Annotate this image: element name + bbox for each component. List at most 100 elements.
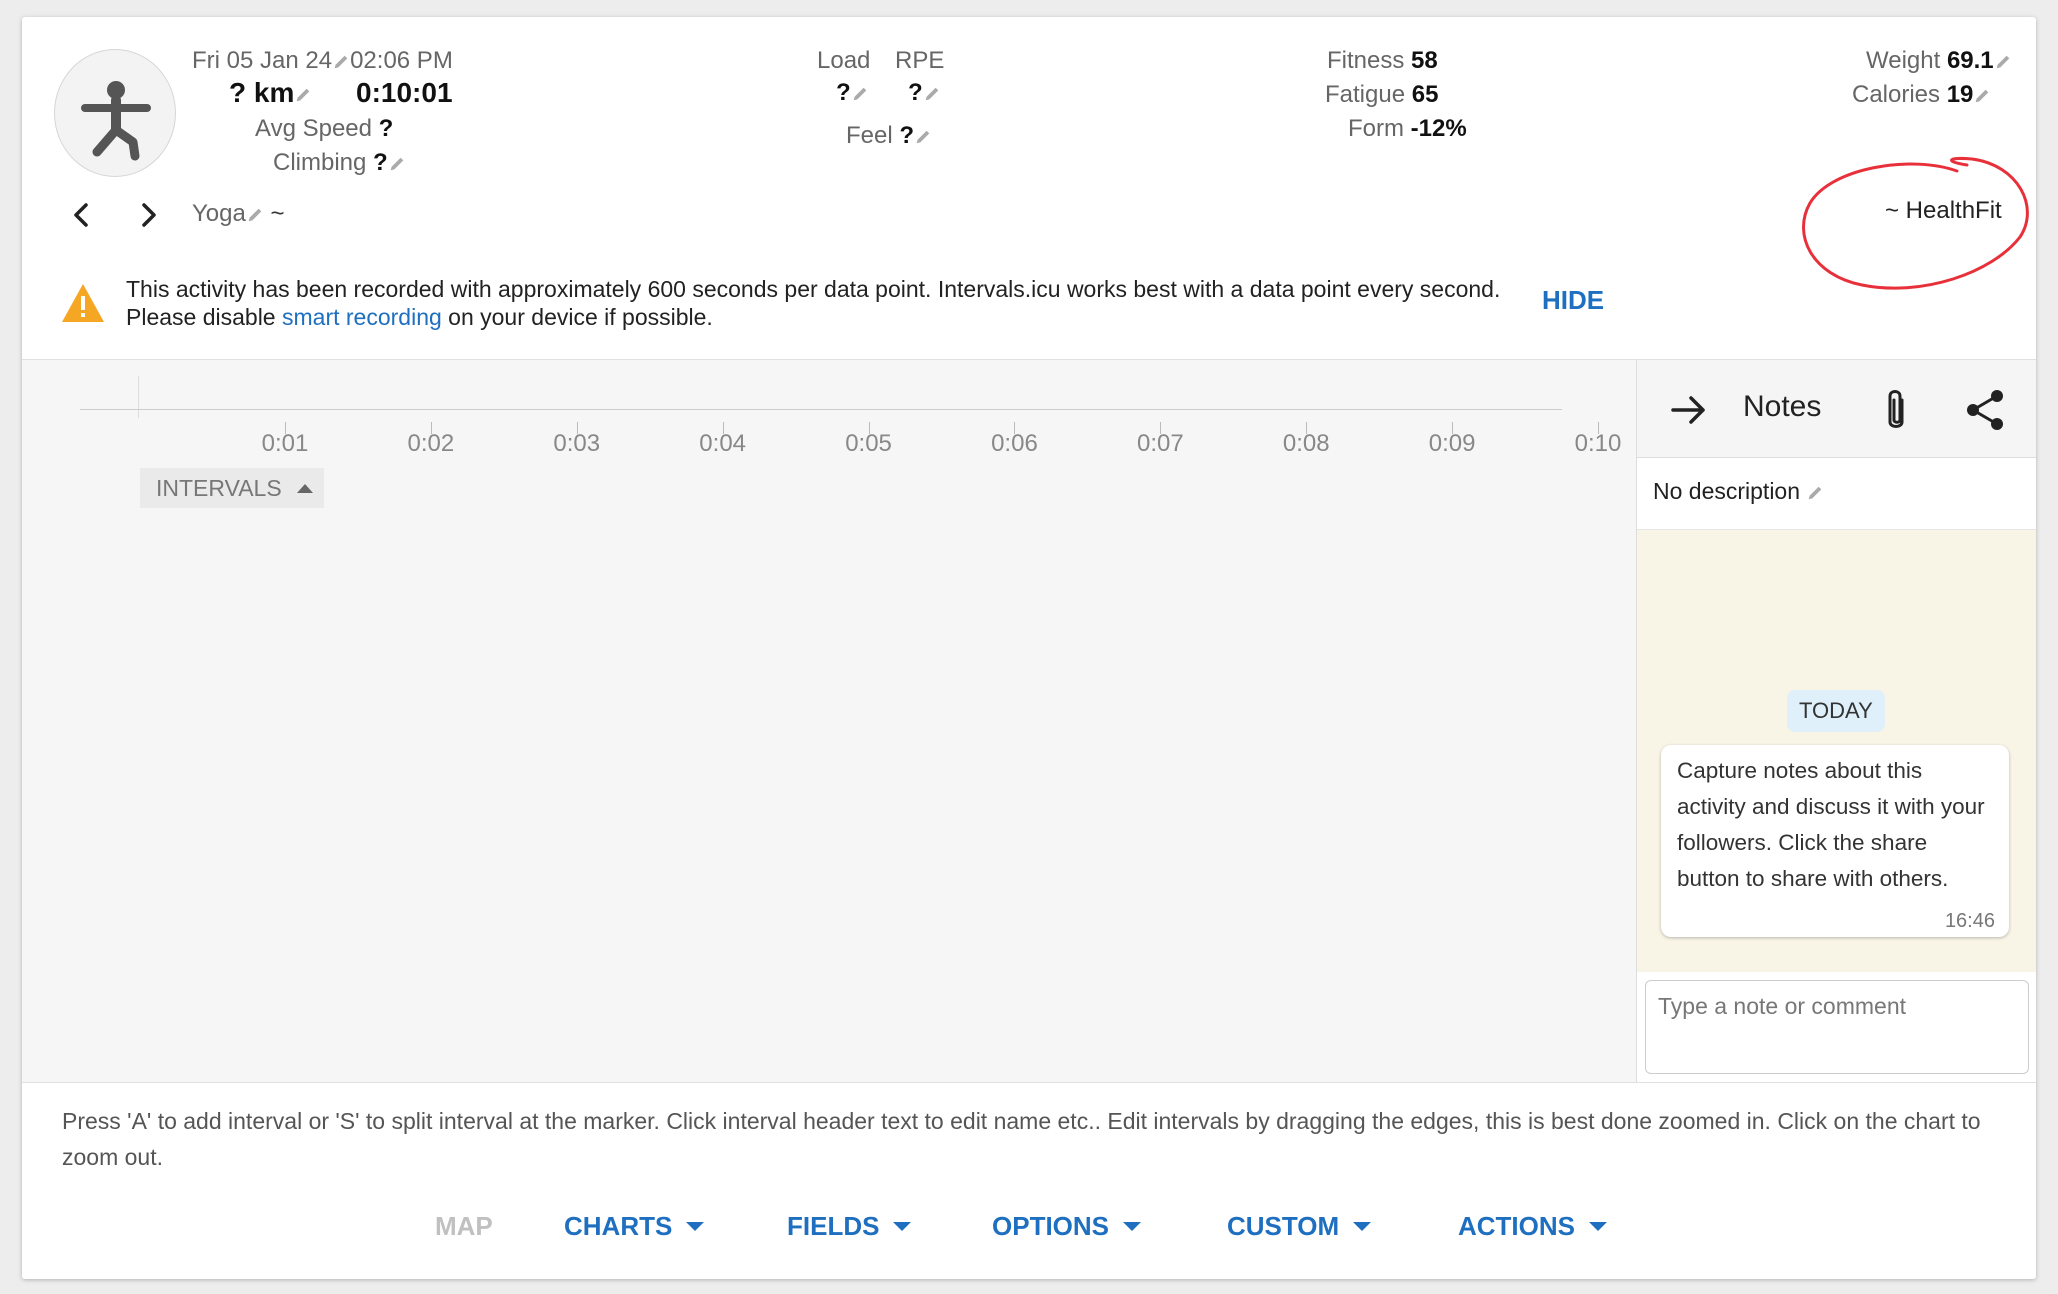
- x-tick-label: 0:09: [1428, 430, 1476, 457]
- next-activity-icon[interactable]: [130, 197, 166, 233]
- caret-down-icon: [1589, 1222, 1607, 1231]
- warning-icon: [62, 284, 104, 322]
- feel-label: Feel: [846, 122, 893, 149]
- interval-help-text: Press 'A' to add interval or 'S' to spli…: [62, 1108, 1981, 1170]
- notes-chat-area: TODAY Capture notes about this activity …: [1637, 530, 2036, 972]
- x-tick-label: 0:06: [991, 430, 1038, 457]
- feel-field[interactable]: Feel ?: [846, 122, 932, 150]
- caret-up-icon: [296, 484, 313, 493]
- form-label: Form: [1348, 115, 1404, 142]
- tab-map[interactable]: MAP: [435, 1211, 493, 1242]
- tab-options[interactable]: OPTIONS: [992, 1211, 1142, 1242]
- fitness-value: 58: [1411, 47, 1438, 74]
- x-tick-label: 0:08: [1282, 430, 1330, 457]
- today-badge: TODAY: [1787, 690, 1885, 732]
- x-tick-label: 0:07: [1136, 430, 1184, 457]
- x-tick-label: 0:05: [845, 430, 892, 457]
- activity-type-avatar: [54, 49, 176, 177]
- edit-climbing-icon[interactable]: [388, 155, 406, 173]
- activity-date-time[interactable]: Fri 05 Jan 24 02:06 PM: [192, 47, 453, 75]
- rpe-field[interactable]: ?: [908, 79, 941, 107]
- tab-charts[interactable]: CHARTS: [564, 1211, 705, 1242]
- intervals-toggle-button[interactable]: INTERVALS: [140, 468, 324, 508]
- notes-panel: Notes No description TODAY Capture notes…: [1636, 360, 2036, 1082]
- description-value: No description: [1653, 478, 1801, 504]
- caret-down-icon: [686, 1222, 705, 1231]
- tab-options-label: OPTIONS: [992, 1211, 1110, 1241]
- activity-type-field[interactable]: Yoga ~: [192, 200, 285, 228]
- edit-calories-icon[interactable]: [1973, 87, 1991, 105]
- load-field[interactable]: ?: [836, 79, 869, 107]
- fatigue-label: Fatigue: [1325, 81, 1406, 108]
- arrow-right-icon[interactable]: [1669, 390, 1709, 430]
- attachment-icon[interactable]: [1881, 386, 1911, 434]
- note-message-text: Capture notes about this activity and di…: [1677, 758, 1985, 891]
- fatigue-value: 65: [1411, 81, 1439, 108]
- warning-message: This activity has been recorded with app…: [126, 275, 1516, 331]
- climbing-label: Climbing: [273, 149, 367, 176]
- edit-weight-icon[interactable]: [1994, 53, 2012, 71]
- climbing-row[interactable]: Climbing ?: [273, 149, 406, 177]
- description-text: No description: [1653, 478, 1824, 505]
- smart-recording-link[interactable]: smart recording: [282, 304, 442, 330]
- chart-x-axis: [80, 409, 1562, 410]
- x-tick-label: 0:04: [699, 430, 747, 457]
- notes-header: Notes: [1637, 360, 2036, 458]
- weight-field[interactable]: Weight 69.1: [1866, 47, 2012, 75]
- notes-title: Notes: [1743, 390, 1822, 423]
- x-tick-label: 0:01: [261, 430, 309, 457]
- tab-custom[interactable]: CUSTOM: [1227, 1211, 1372, 1242]
- fitness-row: Fitness 58: [1327, 47, 1438, 75]
- tab-fields-label: FIELDS: [787, 1211, 880, 1241]
- avg-speed-label: Avg Speed: [255, 115, 372, 142]
- caret-down-icon: [893, 1222, 912, 1231]
- distance-value: ? km: [229, 77, 295, 108]
- climbing-value: ?: [373, 149, 388, 176]
- tab-actions-label: ACTIONS: [1458, 1211, 1575, 1241]
- activity-date: Fri 05 Jan 24: [192, 47, 333, 74]
- edit-rpe-icon[interactable]: [923, 85, 941, 103]
- x-tick-label: 0:03: [553, 430, 601, 457]
- hide-warning-button[interactable]: HIDE: [1542, 285, 1604, 316]
- tab-actions[interactable]: ACTIONS: [1458, 1211, 1607, 1242]
- fatigue-row: Fatigue 65: [1325, 81, 1438, 109]
- load-label: Load: [817, 47, 871, 74]
- edit-load-icon[interactable]: [851, 85, 869, 103]
- weight-label: Weight: [1866, 47, 1941, 74]
- weight-value: 69.1: [1946, 47, 1994, 74]
- calories-field[interactable]: Calories 19: [1852, 81, 1991, 109]
- feel-value: ?: [899, 122, 915, 149]
- edit-type-icon[interactable]: [246, 206, 264, 224]
- share-icon[interactable]: [1965, 388, 2007, 432]
- notes-description[interactable]: No description: [1637, 458, 2036, 530]
- fitness-label: Fitness: [1327, 47, 1405, 74]
- activity-type-suffix: ~: [270, 200, 285, 227]
- activity-chart[interactable]: 0:01 0:02 0:03 0:04 0:05 0:06 0:07 0:08 0:09 0:10…: [22, 360, 1636, 1082]
- form-value: -12%: [1410, 115, 1467, 142]
- x-tick-label: 0:02: [407, 430, 455, 457]
- activity-time: 02:06 PM: [350, 47, 453, 74]
- caret-down-icon: [1123, 1222, 1142, 1231]
- tab-custom-label: CUSTOM: [1227, 1211, 1340, 1241]
- rpe-value: ?: [908, 79, 923, 106]
- chart-left-axis: [138, 376, 139, 418]
- x-tick-label: 0:10: [1574, 430, 1622, 457]
- distance-field[interactable]: ? km: [229, 77, 312, 109]
- calories-value: 19: [1946, 81, 1974, 108]
- edit-date-icon[interactable]: [332, 53, 350, 71]
- note-input[interactable]: Type a note or comment: [1645, 980, 2029, 1074]
- avg-speed-row: Avg Speed ?: [255, 115, 393, 143]
- calories-label: Calories: [1852, 81, 1941, 108]
- previous-activity-icon[interactable]: [64, 197, 100, 233]
- note-message-time: 16:46: [1944, 910, 1995, 932]
- edit-description-icon[interactable]: [1806, 484, 1824, 502]
- rpe-label: RPE: [895, 47, 945, 74]
- yoga-person-icon: [81, 81, 151, 161]
- avg-speed-value: ?: [378, 115, 394, 142]
- edit-distance-icon[interactable]: [294, 86, 312, 104]
- edit-feel-icon[interactable]: [914, 128, 932, 146]
- caret-down-icon: [1353, 1222, 1372, 1231]
- footer: Press 'A' to add interval or 'S' to spli…: [22, 1082, 2036, 1279]
- load-value: ?: [836, 79, 851, 106]
- tab-fields[interactable]: FIELDS: [787, 1211, 912, 1242]
